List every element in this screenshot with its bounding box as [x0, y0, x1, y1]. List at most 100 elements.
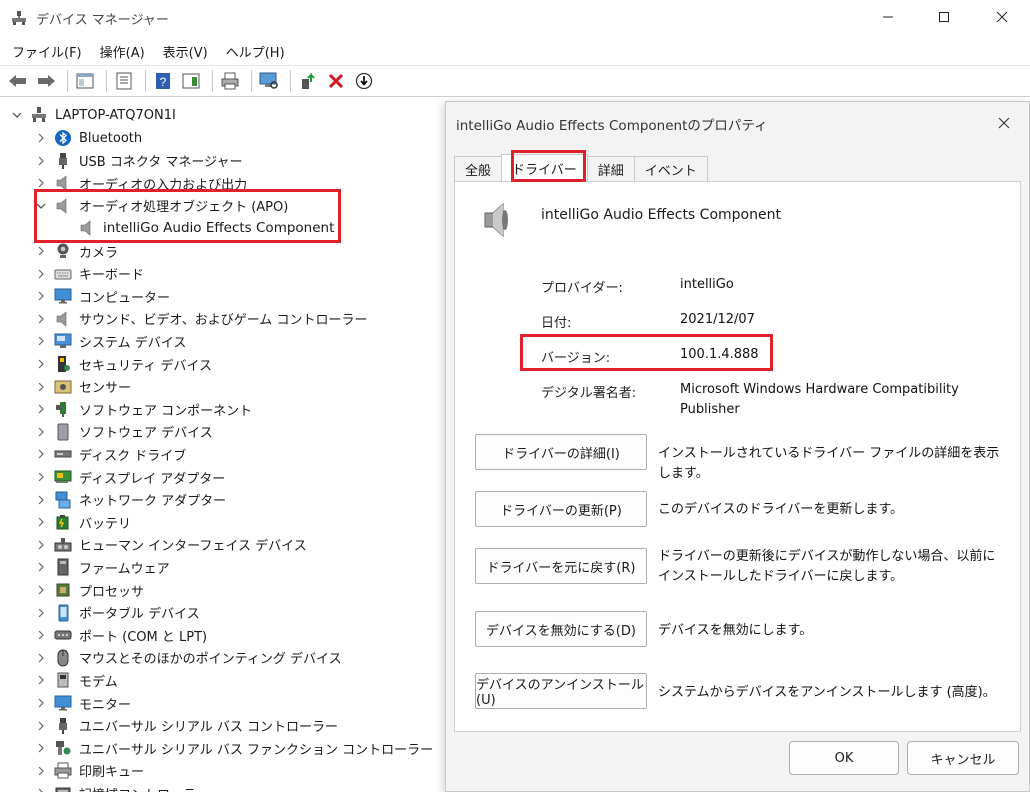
show-hide-console-tree-button[interactable]	[73, 69, 97, 93]
maximize-button[interactable]	[918, 0, 970, 34]
tree-category[interactable]: モデム	[34, 669, 118, 691]
tree-category[interactable]: ユニバーサル シリアル バス ファンクション コントローラー	[34, 737, 433, 759]
disable-device-button[interactable]	[352, 69, 376, 93]
scan-hardware-button[interactable]	[257, 69, 281, 93]
cancel-button[interactable]: キャンセル	[907, 741, 1019, 775]
tree-category[interactable]: マウスとそのほかのポインティング デバイス	[34, 647, 342, 669]
update-driver-button[interactable]: ドライバーの更新(P)	[475, 491, 647, 527]
chevron-right-icon[interactable]	[34, 267, 48, 281]
tree-category[interactable]: ヒューマン インターフェイス デバイス	[34, 534, 307, 556]
chevron-down-icon[interactable]	[10, 108, 24, 122]
chevron-right-icon[interactable]	[34, 628, 48, 642]
chevron-right-icon[interactable]	[34, 560, 48, 574]
uninstall-device-button[interactable]: デバイスのアンインストール(U)	[475, 673, 647, 709]
tree-category[interactable]: システム デバイス	[34, 330, 186, 352]
chevron-right-icon[interactable]	[34, 741, 48, 755]
chevron-right-icon[interactable]	[34, 719, 48, 733]
help-button[interactable]: ?	[151, 69, 175, 93]
disable-device-button[interactable]: デバイスを無効にする(D)	[475, 611, 647, 647]
menu-help[interactable]: ヘルプ(H)	[226, 42, 285, 61]
tree-category[interactable]: 印刷キュー	[34, 760, 144, 782]
chevron-right-icon[interactable]	[34, 606, 48, 620]
tree-category[interactable]: ポート (COM と LPT)	[34, 624, 207, 646]
tree-category[interactable]: 記憶域コントローラー	[34, 782, 209, 792]
uninstall-device-button[interactable]	[324, 69, 348, 93]
tree-category[interactable]: ディスプレイ アダプター	[34, 466, 225, 488]
tree-category[interactable]: ディスク ドライブ	[34, 443, 186, 465]
tab-events[interactable]: イベント	[633, 156, 708, 182]
chevron-right-icon[interactable]	[34, 651, 48, 665]
close-icon	[998, 117, 1010, 129]
tree-category[interactable]: オーディオの入力および出力	[34, 172, 247, 194]
tab-general[interactable]: 全般	[454, 156, 503, 182]
dialog-close-button[interactable]	[993, 112, 1015, 134]
tree-category[interactable]: ソフトウェア デバイス	[34, 421, 213, 443]
tree-category[interactable]: サウンド、ビデオ、およびゲーム コントローラー	[34, 308, 367, 330]
sensor-icon	[54, 378, 72, 396]
tree-category[interactable]: ネットワーク アダプター	[34, 489, 226, 511]
tree-category[interactable]: ソフトウェア コンポーネント	[34, 398, 252, 420]
tree-category[interactable]: キーボード	[34, 263, 144, 285]
tree-category[interactable]: ファームウェア	[34, 556, 170, 578]
chevron-right-icon[interactable]	[34, 493, 48, 507]
menu-file[interactable]: ファイル(F)	[12, 42, 82, 61]
chevron-right-icon[interactable]	[34, 515, 48, 529]
tree-category[interactable]: センサー	[34, 376, 131, 398]
update-driver-button[interactable]	[296, 69, 320, 93]
minimize-button[interactable]	[862, 0, 914, 34]
portable-icon	[54, 604, 72, 622]
chevron-right-icon[interactable]	[34, 402, 48, 416]
chevron-right-icon[interactable]	[34, 425, 48, 439]
chevron-down-icon[interactable]	[34, 199, 48, 213]
tree-category[interactable]: プロセッサ	[34, 579, 144, 601]
date-label: 日付:	[541, 316, 572, 331]
tree-category[interactable]: ポータブル デバイス	[34, 602, 200, 624]
chevron-right-icon[interactable]	[34, 764, 48, 778]
tree-category[interactable]: Bluetooth	[34, 127, 142, 149]
chevron-right-icon[interactable]	[34, 447, 48, 461]
properties-button[interactable]	[112, 69, 136, 93]
tree-category[interactable]: オーディオ処理オブジェクト (APO)	[34, 195, 288, 217]
chevron-right-icon[interactable]	[34, 131, 48, 145]
tree-child-item[interactable]: intelliGo Audio Effects Component	[78, 217, 334, 239]
ok-button[interactable]: OK	[789, 741, 899, 775]
menu-view[interactable]: 表示(V)	[163, 42, 208, 61]
chevron-right-icon[interactable]	[34, 538, 48, 552]
tree-category[interactable]: バッテリ	[34, 511, 131, 533]
tree-root[interactable]: LAPTOP-ATQ7ON1I	[10, 104, 176, 126]
chevron-right-icon[interactable]	[34, 176, 48, 190]
chevron-right-icon[interactable]	[34, 583, 48, 597]
chevron-right-icon[interactable]	[34, 470, 48, 484]
tree-category[interactable]: ユニバーサル シリアル バス コントローラー	[34, 715, 338, 737]
forward-button[interactable]	[34, 69, 58, 93]
chevron-right-icon[interactable]	[34, 244, 48, 258]
tab-details[interactable]: 詳細	[586, 156, 635, 182]
close-button[interactable]	[976, 0, 1028, 34]
chevron-right-icon[interactable]	[34, 154, 48, 168]
chevron-right-icon[interactable]	[34, 357, 48, 371]
menu-action[interactable]: 操作(A)	[100, 42, 145, 61]
speaker-icon	[54, 310, 72, 328]
chevron-right-icon[interactable]	[34, 673, 48, 687]
title-bar: デバイス マネージャー	[0, 0, 1030, 36]
rollback-driver-button[interactable]: ドライバーを元に戻す(R)	[475, 548, 647, 584]
chevron-right-icon[interactable]	[34, 334, 48, 348]
driver-details-button[interactable]: ドライバーの詳細(I)	[475, 434, 647, 470]
tree-category[interactable]: カメラ	[34, 240, 118, 262]
forward-arrow-icon	[38, 75, 55, 87]
print-button[interactable]	[218, 69, 242, 93]
chevron-right-icon[interactable]	[34, 289, 48, 303]
tab-driver[interactable]: ドライバー	[501, 154, 588, 182]
tree-category[interactable]: モニター	[34, 692, 131, 714]
component-icon	[54, 400, 72, 418]
back-button[interactable]	[6, 69, 30, 93]
system-icon	[54, 332, 72, 350]
chevron-right-icon[interactable]	[34, 312, 48, 326]
tree-category[interactable]: セキュリティ デバイス	[34, 353, 212, 375]
tree-category[interactable]: コンピューター	[34, 285, 170, 307]
chevron-right-icon[interactable]	[34, 786, 48, 792]
tree-category[interactable]: USB コネクタ マネージャー	[34, 150, 243, 172]
action-pane-button[interactable]	[179, 69, 203, 93]
chevron-right-icon[interactable]	[34, 380, 48, 394]
chevron-right-icon[interactable]	[34, 696, 48, 710]
